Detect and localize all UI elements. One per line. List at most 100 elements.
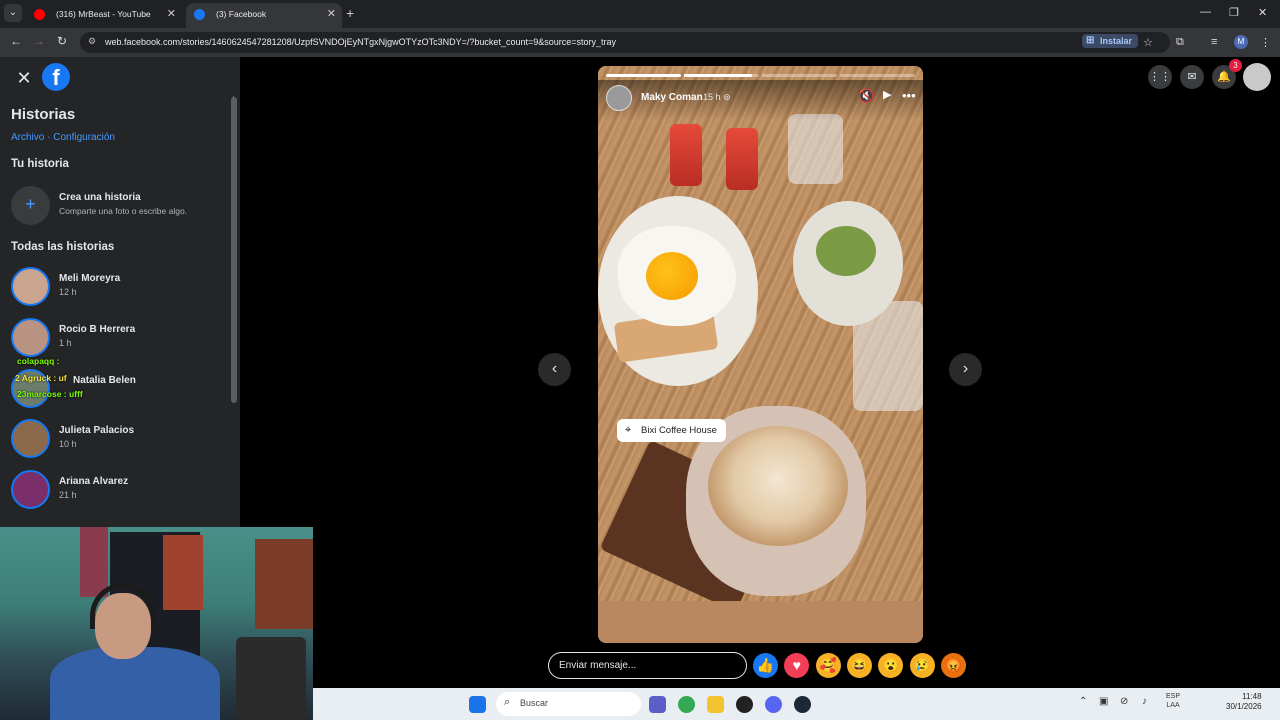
reaction-care-icon[interactable]: 🥰: [815, 653, 841, 678]
site-info-icon[interactable]: ⚙: [88, 36, 96, 47]
reaction-angry-icon[interactable]: 😡: [940, 653, 966, 678]
story-header: Maky Coman 15 h ⊚ 🔇 ▶ •••: [598, 80, 923, 120]
file-explorer-icon[interactable]: [707, 696, 724, 713]
tab-facebook[interactable]: (3) Facebook ✕: [186, 3, 342, 28]
create-story-title[interactable]: Crea una historia: [59, 192, 141, 203]
messenger-icon[interactable]: ✉: [1180, 65, 1204, 89]
poster: [163, 535, 203, 610]
reload-icon[interactable]: ↻: [57, 34, 67, 48]
clock-time: 11:48: [1242, 692, 1262, 701]
reaction-sad-icon[interactable]: 😢: [909, 653, 935, 678]
extensions-icon[interactable]: ⧉: [1176, 36, 1184, 49]
chat-message: 2 Agruck : uf: [15, 373, 67, 383]
add-story-icon[interactable]: +: [11, 186, 50, 225]
facebook-icon: [194, 9, 205, 20]
story-item[interactable]: Ariana Alvarez 21 h: [0, 470, 228, 518]
mute-icon[interactable]: 🔇: [858, 88, 874, 104]
story-viewer[interactable]: Maky Coman 15 h ⊚ 🔇 ▶ ••• ⌖ Bixi Coffee …: [598, 66, 923, 643]
story-author-name: Natalia Belen: [73, 375, 136, 386]
story-time-text: 15 h: [703, 92, 721, 102]
tab-youtube[interactable]: (316) MrBeast - YouTube ✕: [26, 3, 182, 28]
close-window-icon[interactable]: ✕: [1258, 6, 1267, 19]
media-control-icon[interactable]: ≡: [1211, 36, 1217, 48]
story-author-name[interactable]: Maky Coman: [641, 92, 703, 103]
webcam-feed: [0, 527, 313, 720]
search-icon: ⌕: [504, 696, 511, 708]
next-story-button[interactable]: ›: [949, 353, 982, 386]
windows-taskbar: ⌕ Buscar ⌃ ▣ ⊘ ♪: [313, 688, 1280, 720]
close-icon[interactable]: ✕: [12, 66, 36, 90]
avatar: [11, 419, 50, 458]
lang-line: LAA: [1166, 702, 1180, 709]
address-bar[interactable]: ⚙ web.facebook.com/stories/1460624547281…: [80, 32, 1170, 53]
close-tab-icon[interactable]: ✕: [167, 3, 176, 25]
chrome-icon[interactable]: [678, 696, 695, 713]
location-pin-icon: ⌖: [625, 424, 632, 436]
discord-icon[interactable]: [765, 696, 782, 713]
tray-app-icon[interactable]: ▣: [1099, 696, 1108, 707]
profile-avatar[interactable]: M: [1234, 35, 1248, 49]
story-time: 10 h: [59, 439, 77, 449]
avatar: [11, 267, 50, 306]
bookmark-star-icon[interactable]: ☆: [1143, 36, 1153, 49]
microphone-icon[interactable]: ♪: [1142, 696, 1147, 707]
browser-toolbar: ← → ↻ ⚙ web.facebook.com/stories/1460624…: [0, 28, 1280, 57]
sidebar-scrollbar[interactable]: [231, 97, 237, 403]
obs-icon[interactable]: [736, 696, 753, 713]
reaction-haha-icon[interactable]: 😆: [846, 653, 872, 678]
progress-segment: [840, 74, 915, 77]
story-author-name: Rocio B Herrera: [59, 324, 136, 335]
menu-grid-icon[interactable]: ⋮⋮: [1148, 65, 1172, 89]
install-icon: ⊞: [1086, 35, 1095, 46]
page-title: Historias: [11, 106, 76, 123]
story-item[interactable]: Meli Moreyra 12 h: [0, 267, 228, 315]
poster: [80, 527, 108, 597]
taskbar-search[interactable]: ⌕ Buscar: [496, 692, 641, 716]
lang-line: ESP: [1166, 693, 1181, 700]
reaction-like-icon[interactable]: 👍: [753, 653, 778, 678]
restore-icon[interactable]: ❐: [1229, 6, 1239, 19]
story-item[interactable]: Julieta Palacios 10 h: [0, 419, 228, 467]
menu-icon[interactable]: ⋮: [1260, 36, 1271, 49]
browser-tab-bar: ⌄ (316) MrBeast - YouTube ✕ (3) Facebook…: [0, 0, 1280, 28]
story-author-name: Julieta Palacios: [59, 425, 135, 436]
tab-search-icon[interactable]: ⌄: [4, 4, 22, 22]
windows-start-icon[interactable]: [469, 696, 486, 713]
reaction-wow-icon[interactable]: 😮: [878, 653, 904, 678]
avocado: [816, 226, 876, 276]
new-tab-icon[interactable]: +: [346, 5, 354, 21]
play-icon[interactable]: ▶: [883, 88, 891, 101]
account-avatar[interactable]: [1243, 63, 1271, 91]
story-time: 1 h: [59, 338, 72, 348]
search-placeholder: Buscar: [520, 698, 549, 708]
more-options-icon[interactable]: •••: [902, 88, 916, 103]
story-author-name: Meli Moreyra: [59, 273, 121, 284]
close-tab-icon[interactable]: ✕: [327, 3, 336, 25]
install-button[interactable]: ⊞ Instalar: [1082, 34, 1139, 48]
reaction-love-icon[interactable]: ♥: [784, 653, 810, 678]
back-icon[interactable]: ←: [10, 34, 22, 48]
avatar[interactable]: [606, 85, 632, 111]
system-clock[interactable]: 11:48 30/1/2026: [1226, 692, 1262, 712]
reply-input[interactable]: Enviar mensaje...: [548, 652, 747, 679]
teams-icon[interactable]: [649, 696, 666, 713]
microphone: [236, 637, 306, 720]
minimize-icon[interactable]: —: [1200, 6, 1211, 18]
forward-icon[interactable]: →: [33, 34, 45, 48]
archive-settings-links[interactable]: Archivo · Configuración: [11, 132, 115, 143]
facebook-logo[interactable]: f: [42, 63, 70, 91]
your-story-heading: Tu historia: [11, 158, 69, 170]
juice-glass: [726, 128, 758, 190]
location-sticker[interactable]: ⌖ Bixi Coffee House: [617, 419, 726, 442]
install-label: Instalar: [1100, 36, 1133, 46]
previous-story-button[interactable]: ‹: [538, 353, 571, 386]
tray-chevron-icon[interactable]: ⌃: [1079, 696, 1087, 707]
progress-segment: [762, 74, 837, 77]
network-icon[interactable]: ⊘: [1120, 696, 1128, 707]
steam-icon[interactable]: [794, 696, 811, 713]
input-language[interactable]: ESP LAA: [1166, 692, 1180, 710]
story-background: [598, 601, 923, 643]
notification-badge: 3: [1229, 59, 1242, 72]
water-glass: [788, 114, 843, 184]
url-text: web.facebook.com/stories/146062454728120…: [105, 37, 617, 47]
